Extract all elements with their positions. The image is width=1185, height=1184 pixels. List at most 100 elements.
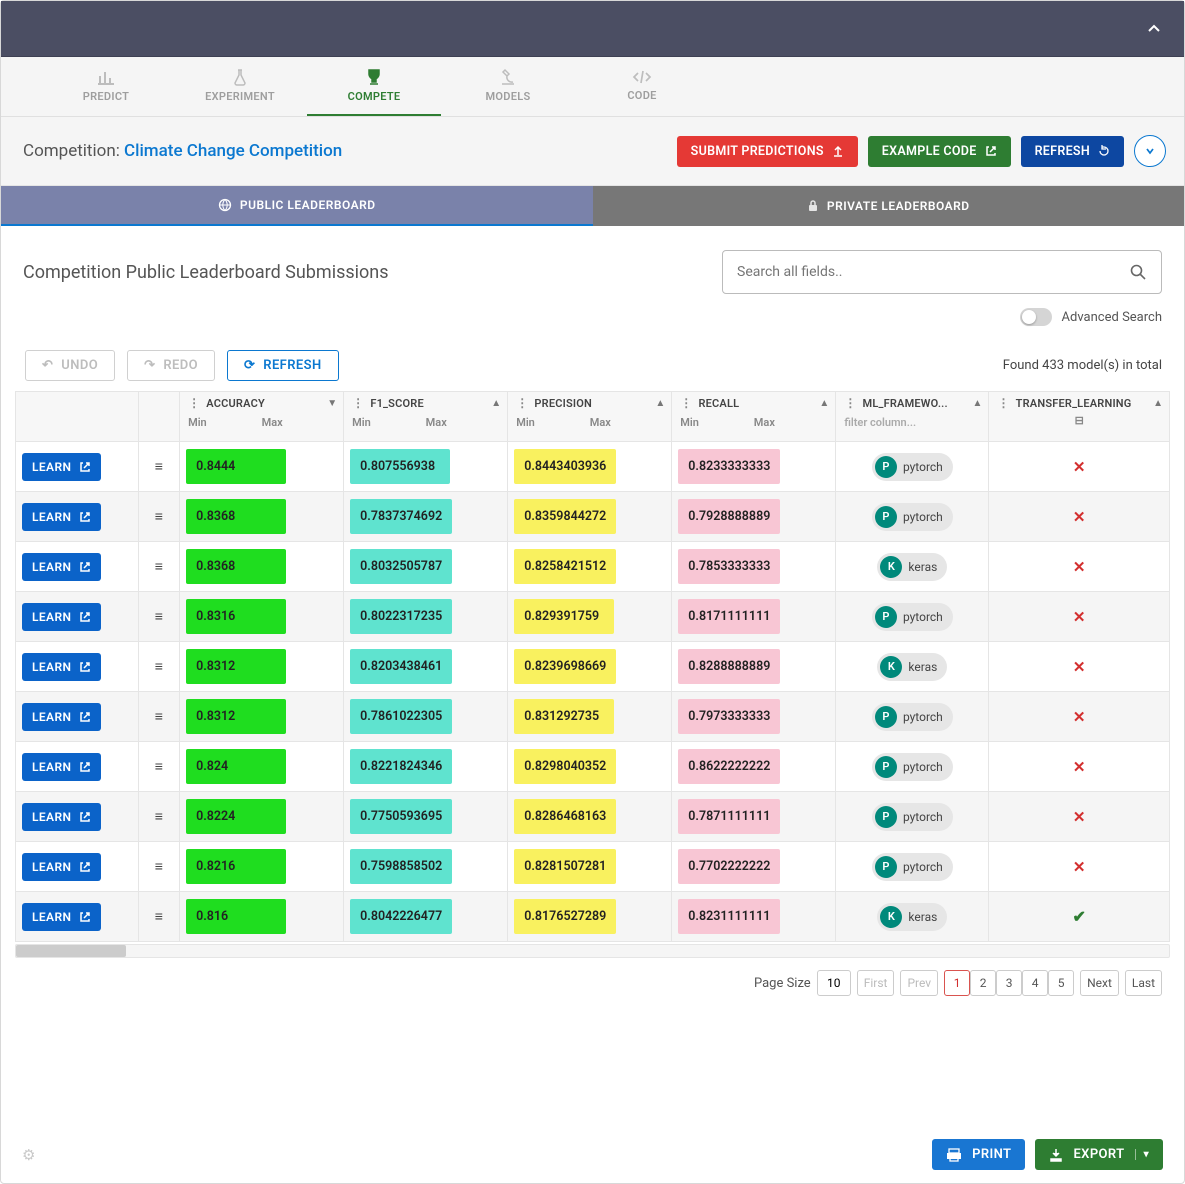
microscope-icon bbox=[499, 68, 517, 86]
framework-chip[interactable]: Ppytorch bbox=[872, 803, 953, 831]
table-row: LEARN≡0.83120.78610223050.8312927350.797… bbox=[16, 692, 1170, 742]
table-refresh-button[interactable]: ⟳REFRESH bbox=[227, 350, 339, 381]
first-page-button[interactable]: First bbox=[857, 970, 895, 996]
tab-models[interactable]: MODELS bbox=[441, 57, 575, 116]
column-precision[interactable]: ⋮PRECISION MinMax ▲ bbox=[508, 392, 672, 442]
accuracy-value: 0.8312 bbox=[186, 699, 286, 734]
public-leaderboard-tab[interactable]: PUBLIC LEADERBOARD bbox=[1, 186, 593, 226]
last-page-button[interactable]: Last bbox=[1125, 970, 1162, 996]
scrollbar-thumb[interactable] bbox=[16, 945, 126, 957]
horizontal-scrollbar[interactable] bbox=[15, 944, 1170, 958]
row-menu-icon[interactable]: ≡ bbox=[145, 908, 174, 925]
tab-compete[interactable]: COMPETE bbox=[307, 57, 441, 116]
tab-experiment[interactable]: EXPERIMENT bbox=[173, 57, 307, 116]
page-4-button[interactable]: 4 bbox=[1022, 970, 1048, 996]
learn-button[interactable]: LEARN bbox=[22, 653, 101, 681]
column-recall[interactable]: ⋮RECALL MinMax ▲ bbox=[672, 392, 836, 442]
filter-placeholder[interactable]: filter column... bbox=[844, 416, 980, 429]
button-label: LEARN bbox=[32, 710, 71, 724]
row-menu-icon[interactable]: ≡ bbox=[145, 758, 174, 775]
learn-button[interactable]: LEARN bbox=[22, 753, 101, 781]
sort-asc-icon[interactable]: ▲ bbox=[491, 398, 501, 409]
submit-predictions-button[interactable]: SUBMIT PREDICTIONS bbox=[677, 136, 858, 167]
redo-button[interactable]: ↷REDO bbox=[127, 350, 215, 381]
button-label: UNDO bbox=[61, 358, 98, 373]
learn-button[interactable]: LEARN bbox=[22, 703, 101, 731]
sort-asc-icon[interactable]: ▲ bbox=[1153, 398, 1163, 409]
row-menu-icon[interactable]: ≡ bbox=[145, 508, 174, 525]
advanced-search-label: Advanced Search bbox=[1062, 310, 1162, 325]
column-framework[interactable]: ⋮ML_FRAMEWO... filter column... ▲ bbox=[836, 392, 989, 442]
tab-label: MODELS bbox=[485, 90, 530, 103]
row-menu-icon[interactable]: ≡ bbox=[145, 558, 174, 575]
framework-avatar: K bbox=[880, 556, 902, 578]
page-5-button[interactable]: 5 bbox=[1048, 970, 1074, 996]
learn-button[interactable]: LEARN bbox=[22, 803, 101, 831]
tab-predict[interactable]: PREDICT bbox=[39, 57, 173, 116]
table-row: LEARN≡0.83120.82034384610.82396986690.82… bbox=[16, 642, 1170, 692]
row-menu-icon[interactable]: ≡ bbox=[145, 608, 174, 625]
page-2-button[interactable]: 2 bbox=[970, 970, 996, 996]
table-row: LEARN≡0.84440.8075569380.84434039360.823… bbox=[16, 442, 1170, 492]
tab-code[interactable]: CODE bbox=[575, 57, 709, 116]
export-button[interactable]: EXPORT ▾ bbox=[1035, 1139, 1163, 1170]
search-icon[interactable] bbox=[1129, 263, 1147, 281]
drag-handle-icon[interactable]: ⋮ bbox=[352, 396, 364, 410]
framework-chip[interactable]: Ppytorch bbox=[872, 603, 953, 631]
framework-chip[interactable]: Kkeras bbox=[877, 553, 947, 581]
framework-chip[interactable]: Kkeras bbox=[877, 653, 947, 681]
learn-button[interactable]: LEARN bbox=[22, 503, 101, 531]
external-link-icon bbox=[79, 761, 91, 773]
prev-page-button[interactable]: Prev bbox=[900, 970, 938, 996]
drag-handle-icon[interactable]: ⋮ bbox=[188, 396, 200, 410]
column-accuracy[interactable]: ⋮ACCURACY MinMax ▼ bbox=[180, 392, 344, 442]
framework-chip[interactable]: Ppytorch bbox=[872, 503, 953, 531]
private-leaderboard-tab[interactable]: PRIVATE LEADERBOARD bbox=[593, 186, 1185, 226]
framework-name: pytorch bbox=[903, 610, 943, 624]
framework-chip[interactable]: Kkeras bbox=[877, 903, 947, 931]
row-menu-icon[interactable]: ≡ bbox=[145, 808, 174, 825]
learn-button[interactable]: LEARN bbox=[22, 453, 101, 481]
row-menu-icon[interactable]: ≡ bbox=[145, 708, 174, 725]
page-3-button[interactable]: 3 bbox=[996, 970, 1022, 996]
example-code-button[interactable]: EXAMPLE CODE bbox=[868, 136, 1011, 167]
expand-actions-button[interactable] bbox=[1134, 135, 1166, 167]
next-page-button[interactable]: Next bbox=[1080, 970, 1119, 996]
collapse-header-button[interactable] bbox=[1140, 15, 1168, 43]
sort-asc-icon[interactable]: ▲ bbox=[819, 398, 829, 409]
learn-button[interactable]: LEARN bbox=[22, 853, 101, 881]
search-input[interactable] bbox=[737, 264, 1129, 280]
drag-handle-icon[interactable]: ⋮ bbox=[844, 396, 856, 410]
learn-button[interactable]: LEARN bbox=[22, 603, 101, 631]
sort-asc-icon[interactable]: ▲ bbox=[655, 398, 665, 409]
framework-chip[interactable]: Ppytorch bbox=[872, 753, 953, 781]
framework-chip[interactable]: Ppytorch bbox=[872, 853, 953, 881]
row-menu-icon[interactable]: ≡ bbox=[145, 858, 174, 875]
row-menu-icon[interactable]: ≡ bbox=[145, 658, 174, 675]
drag-handle-icon[interactable]: ⋮ bbox=[997, 396, 1009, 410]
advanced-search-toggle[interactable] bbox=[1020, 308, 1052, 326]
column-f1[interactable]: ⋮F1_SCORE MinMax ▲ bbox=[344, 392, 508, 442]
print-button[interactable]: PRINT bbox=[932, 1139, 1025, 1170]
competition-link[interactable]: Climate Change Competition bbox=[124, 141, 342, 161]
framework-avatar: P bbox=[875, 506, 897, 528]
accuracy-value: 0.8216 bbox=[186, 849, 286, 884]
page-size-input[interactable] bbox=[817, 970, 851, 996]
learn-button[interactable]: LEARN bbox=[22, 903, 101, 931]
drag-handle-icon[interactable]: ⋮ bbox=[680, 396, 692, 410]
page-1-button[interactable]: 1 bbox=[944, 970, 970, 996]
refresh-button[interactable]: REFRESH bbox=[1021, 136, 1124, 167]
framework-chip[interactable]: Ppytorch bbox=[872, 453, 953, 481]
learn-button[interactable]: LEARN bbox=[22, 553, 101, 581]
undo-button[interactable]: ↶UNDO bbox=[25, 350, 115, 381]
row-menu-icon[interactable]: ≡ bbox=[145, 458, 174, 475]
sort-desc-icon[interactable]: ▼ bbox=[327, 398, 337, 409]
tab-label: PRIVATE LEADERBOARD bbox=[827, 199, 970, 213]
sort-asc-icon[interactable]: ▲ bbox=[973, 398, 983, 409]
indeterminate-checkbox-icon[interactable]: ⊟ bbox=[997, 414, 1161, 427]
drag-handle-icon[interactable]: ⋮ bbox=[516, 396, 528, 410]
section-title: Competition Public Leaderboard Submissio… bbox=[23, 262, 389, 283]
column-transfer-learning[interactable]: ⋮TRANSFER_LEARNING ⊟ ▲ bbox=[989, 392, 1170, 442]
settings-gear-icon[interactable]: ⚙ bbox=[22, 1146, 35, 1164]
framework-chip[interactable]: Ppytorch bbox=[872, 703, 953, 731]
